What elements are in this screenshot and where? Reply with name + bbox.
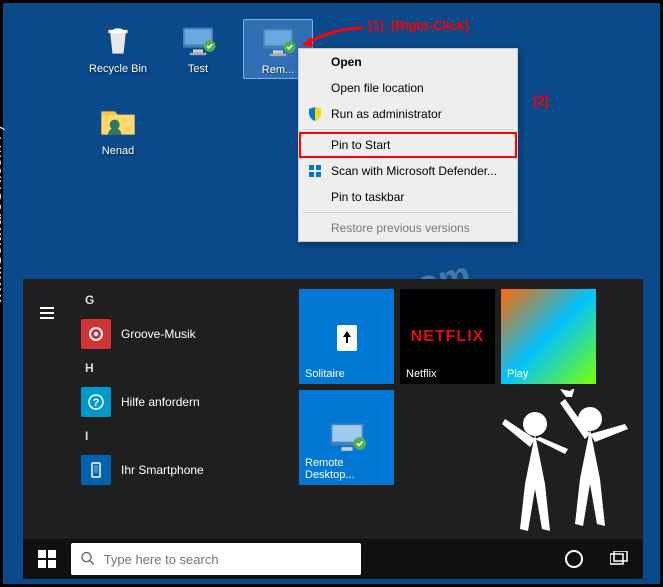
user-folder-icon — [98, 103, 138, 143]
app-item-smartphone[interactable]: Ihr Smartphone — [71, 449, 291, 491]
app-item-label: Groove-Musik — [121, 327, 196, 341]
windows-icon — [38, 550, 56, 568]
tile-play[interactable]: Play — [501, 289, 596, 384]
tile-label: Remote Desktop... — [305, 457, 394, 481]
monitor-icon — [178, 21, 218, 61]
tile-remote-desktop[interactable]: Remote Desktop... — [299, 390, 394, 485]
desktop-icon-test[interactable]: Test — [163, 21, 233, 75]
app-item-label: Ihr Smartphone — [121, 463, 204, 477]
desktop-icon-label: Test — [163, 63, 233, 75]
tile-label: Play — [507, 368, 528, 380]
recycle-bin-icon — [98, 21, 138, 61]
annotation-1: [1] [Right-Click] — [368, 18, 468, 33]
desktop-icon-label: Nenad — [83, 145, 153, 157]
tile-label: Netflix — [406, 368, 437, 380]
monitor-icon — [258, 22, 298, 62]
task-view-icon — [610, 551, 630, 567]
desktop-icon-label: Recycle Bin — [83, 63, 153, 75]
desktop-icon-recycle-bin[interactable]: Recycle Bin — [83, 21, 153, 75]
tile-solitaire[interactable]: Solitaire — [299, 289, 394, 384]
groove-icon — [81, 319, 111, 349]
monitor-icon — [325, 416, 369, 460]
start-app-list: G Groove-Musik H ? Hilfe anfordern I Ihr… — [71, 279, 291, 539]
start-button[interactable] — [23, 539, 71, 579]
start-tiles: Solitaire NETFLIX Netflix Play Remote De… — [291, 279, 643, 539]
app-item-groove[interactable]: Groove-Musik — [71, 313, 291, 355]
menu-item-label: Scan with Microsoft Defender... — [331, 164, 497, 178]
defender-icon — [307, 163, 323, 179]
app-item-hilfe[interactable]: ? Hilfe anfordern — [71, 381, 291, 423]
netflix-icon: NETFLIX — [411, 328, 485, 346]
task-view-button[interactable] — [597, 539, 643, 579]
menu-divider — [303, 212, 513, 213]
phone-icon — [81, 455, 111, 485]
hamburger-icon[interactable] — [23, 291, 71, 335]
start-rail — [23, 279, 71, 539]
shield-icon — [307, 106, 323, 122]
menu-item-scan-defender[interactable]: Scan with Microsoft Defender... — [299, 158, 517, 184]
cortana-button[interactable] — [551, 539, 597, 579]
menu-item-label: Run as administrator — [331, 107, 442, 121]
menu-item-label: Open — [331, 55, 362, 69]
taskbar — [23, 539, 643, 579]
annotation-2: [2] — [533, 93, 549, 108]
letter-header-i[interactable]: I — [71, 423, 291, 449]
tile-label: Solitaire — [305, 368, 345, 380]
app-item-label: Hilfe anfordern — [121, 395, 200, 409]
context-menu: Open Open file location Run as administr… — [298, 48, 518, 242]
menu-item-run-admin[interactable]: Run as administrator — [299, 101, 517, 127]
circle-icon — [564, 549, 584, 569]
desktop-icon-nenad[interactable]: Nenad — [83, 103, 153, 157]
menu-item-pin-taskbar[interactable]: Pin to taskbar — [299, 184, 517, 210]
menu-item-pin-start[interactable]: Pin to Start — [299, 132, 517, 158]
tile-netflix[interactable]: NETFLIX Netflix — [400, 289, 495, 384]
watermark-side: www.SoftwareOK.com :-) — [0, 125, 6, 304]
letter-header-h[interactable]: H — [71, 355, 291, 381]
menu-item-open[interactable]: Open — [299, 49, 517, 75]
menu-item-label: Open file location — [331, 81, 424, 95]
menu-divider — [303, 129, 513, 130]
help-icon: ? — [81, 387, 111, 417]
letter-header-g[interactable]: G — [71, 287, 291, 313]
menu-item-restore[interactable]: Restore previous versions — [299, 215, 517, 241]
solitaire-icon — [327, 317, 367, 357]
menu-item-label: Restore previous versions — [331, 221, 470, 235]
search-icon — [81, 551, 96, 567]
menu-item-label: Pin to Start — [331, 138, 390, 152]
svg-text:?: ? — [93, 397, 100, 409]
menu-item-open-location[interactable]: Open file location — [299, 75, 517, 101]
menu-item-label: Pin to taskbar — [331, 190, 404, 204]
search-input[interactable] — [104, 552, 351, 567]
search-box[interactable] — [71, 543, 361, 575]
start-menu: G Groove-Musik H ? Hilfe anfordern I Ihr… — [23, 279, 643, 539]
